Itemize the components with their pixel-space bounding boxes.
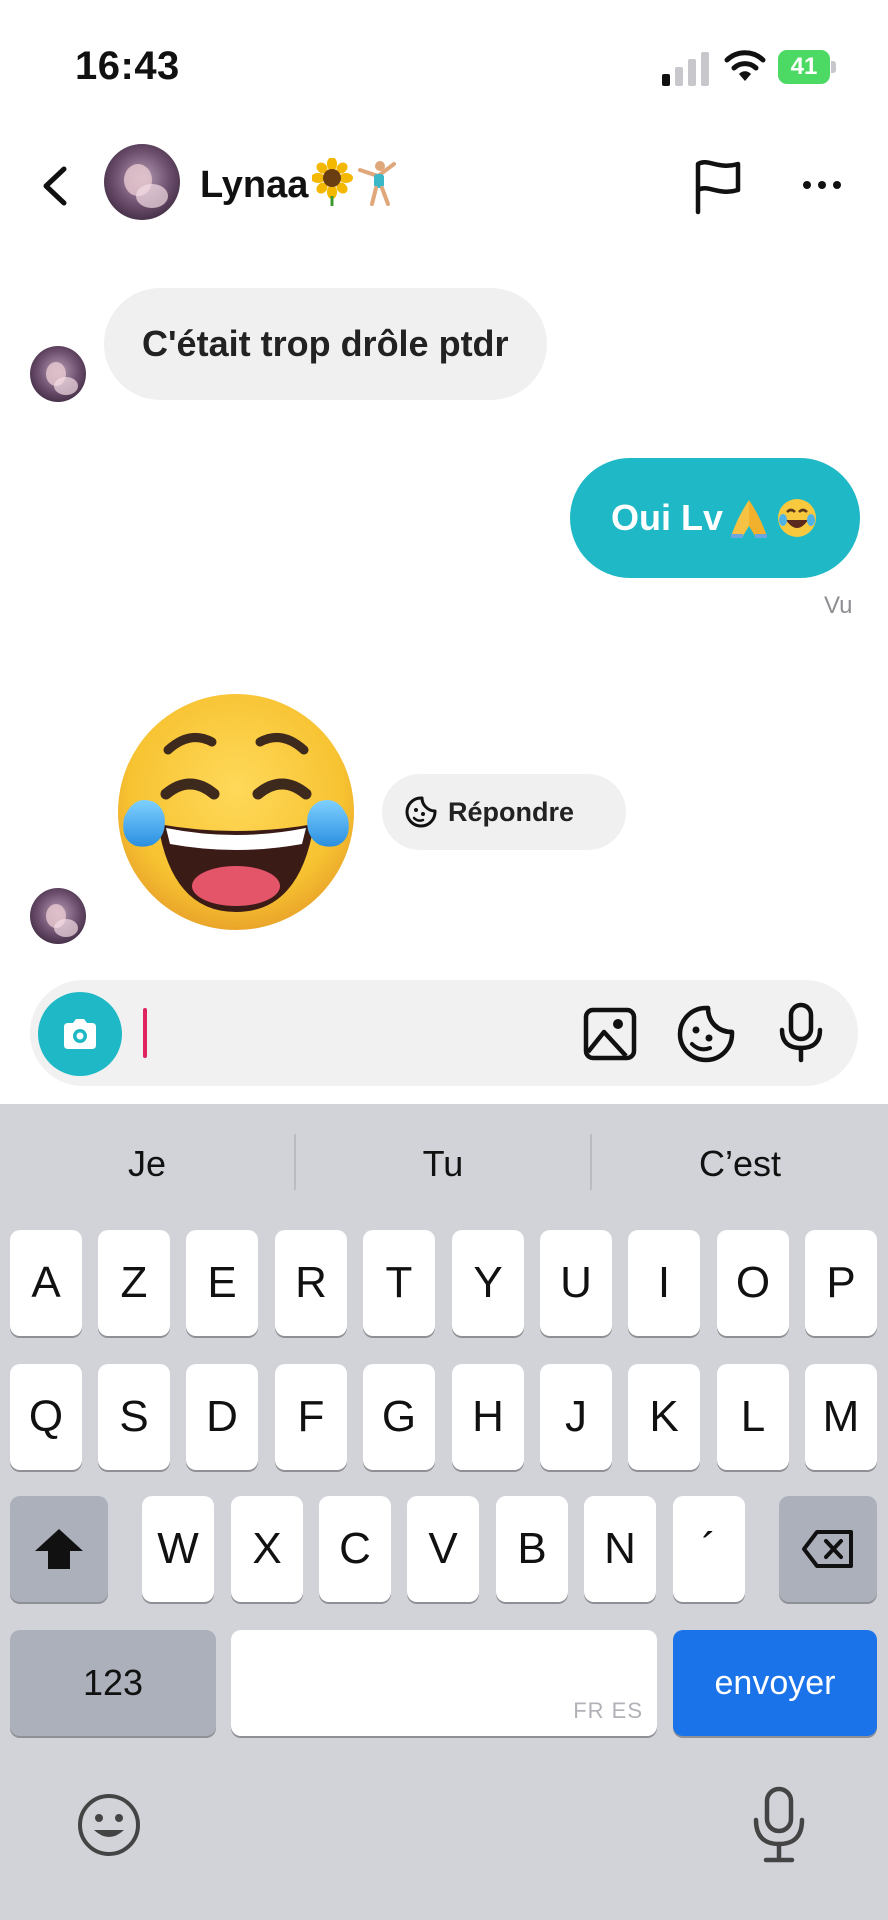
contact-avatar-small[interactable] (30, 346, 86, 402)
delete-key[interactable] (779, 1496, 877, 1602)
more-options-button[interactable] (792, 160, 852, 210)
shift-arrow-icon (35, 1529, 83, 1569)
seen-status: Vu (824, 592, 853, 619)
sticker-reply-icon (405, 796, 437, 828)
folded-hands-icon (731, 500, 767, 538)
face-with-tears-of-joy-icon[interactable] (114, 690, 358, 934)
dictation-microphone-icon[interactable] (748, 1786, 810, 1864)
key-c[interactable]: C (319, 1496, 391, 1602)
suggestion-3[interactable]: C’est (592, 1104, 888, 1224)
dot (833, 181, 841, 189)
outgoing-message-text: Oui Lv (610, 497, 723, 538)
key-r[interactable]: R (275, 1230, 347, 1336)
key-d[interactable]: D (186, 1364, 258, 1470)
key-e[interactable]: E (186, 1230, 258, 1336)
suggestion-1[interactable]: Je (0, 1104, 294, 1224)
key-s[interactable]: S (98, 1364, 170, 1470)
chat-header: Lynaa (0, 130, 888, 240)
outgoing-message[interactable]: Oui Lv (570, 458, 860, 578)
contact-avatar[interactable] (104, 144, 180, 220)
key-accent[interactable]: ´ (673, 1496, 745, 1602)
contact-avatar-small[interactable] (30, 888, 86, 944)
key-f[interactable]: F (275, 1364, 347, 1470)
chevron-left-icon (43, 166, 67, 206)
reply-label: Répondre (448, 796, 575, 827)
dot (803, 181, 811, 189)
key-j[interactable]: J (540, 1364, 612, 1470)
key-b[interactable]: B (496, 1496, 568, 1602)
shift-key[interactable] (10, 1496, 108, 1602)
key-y[interactable]: Y (452, 1230, 524, 1336)
contact-name[interactable]: Lynaa (200, 164, 308, 207)
key-i[interactable]: I (628, 1230, 700, 1336)
cartwheeling-person-icon (358, 161, 396, 206)
space-key[interactable]: FR ES (231, 1630, 657, 1736)
key-z[interactable]: Z (98, 1230, 170, 1336)
suggestion-bar: Je Tu C’est (0, 1104, 888, 1224)
key-h[interactable]: H (452, 1364, 524, 1470)
key-x[interactable]: X (231, 1496, 303, 1602)
key-o[interactable]: O (717, 1230, 789, 1336)
key-w[interactable]: W (142, 1496, 214, 1602)
key-g[interactable]: G (363, 1364, 435, 1470)
report-flag-icon[interactable] (690, 156, 746, 216)
suggestion-2[interactable]: Tu (296, 1104, 590, 1224)
message-composer (30, 980, 858, 1086)
tears-of-joy-icon (778, 499, 816, 537)
numbers-key[interactable]: 123 (10, 1630, 216, 1736)
status-time: 16:43 (75, 44, 180, 88)
key-n[interactable]: N (584, 1496, 656, 1602)
reply-button[interactable]: Répondre (382, 774, 626, 850)
key-k[interactable]: K (628, 1364, 700, 1470)
send-key[interactable]: envoyer (673, 1630, 877, 1736)
key-u[interactable]: U (540, 1230, 612, 1336)
key-q[interactable]: Q (10, 1364, 82, 1470)
name-emojis (312, 158, 396, 206)
text-caret (143, 1008, 147, 1058)
sunflower-icon (312, 158, 353, 206)
backspace-icon (802, 1530, 853, 1568)
key-m[interactable]: M (805, 1364, 877, 1470)
dot (818, 181, 826, 189)
wifi-icon (724, 50, 766, 81)
keyboard-languages: FR ES (573, 1698, 643, 1723)
key-a[interactable]: A (10, 1230, 82, 1336)
emoji-keyboard-icon[interactable] (76, 1792, 142, 1858)
key-p[interactable]: P (805, 1230, 877, 1336)
key-l[interactable]: L (717, 1364, 789, 1470)
key-t[interactable]: T (363, 1230, 435, 1336)
status-bar: 16:43 41 (0, 0, 888, 130)
battery-level: 41 (778, 50, 830, 84)
incoming-message[interactable]: C'était trop drôle ptdr (104, 288, 547, 400)
key-v[interactable]: V (407, 1496, 479, 1602)
camera-button[interactable] (38, 992, 122, 1076)
message-input[interactable] (138, 1004, 592, 1064)
back-button[interactable] (30, 158, 80, 214)
sticker-icon[interactable] (676, 1004, 736, 1064)
battery-icon: 41 (778, 50, 836, 84)
camera-icon (64, 1019, 96, 1049)
cellular-signal-icon (662, 50, 710, 86)
microphone-icon[interactable] (774, 1002, 828, 1064)
gallery-icon[interactable] (582, 1006, 638, 1062)
